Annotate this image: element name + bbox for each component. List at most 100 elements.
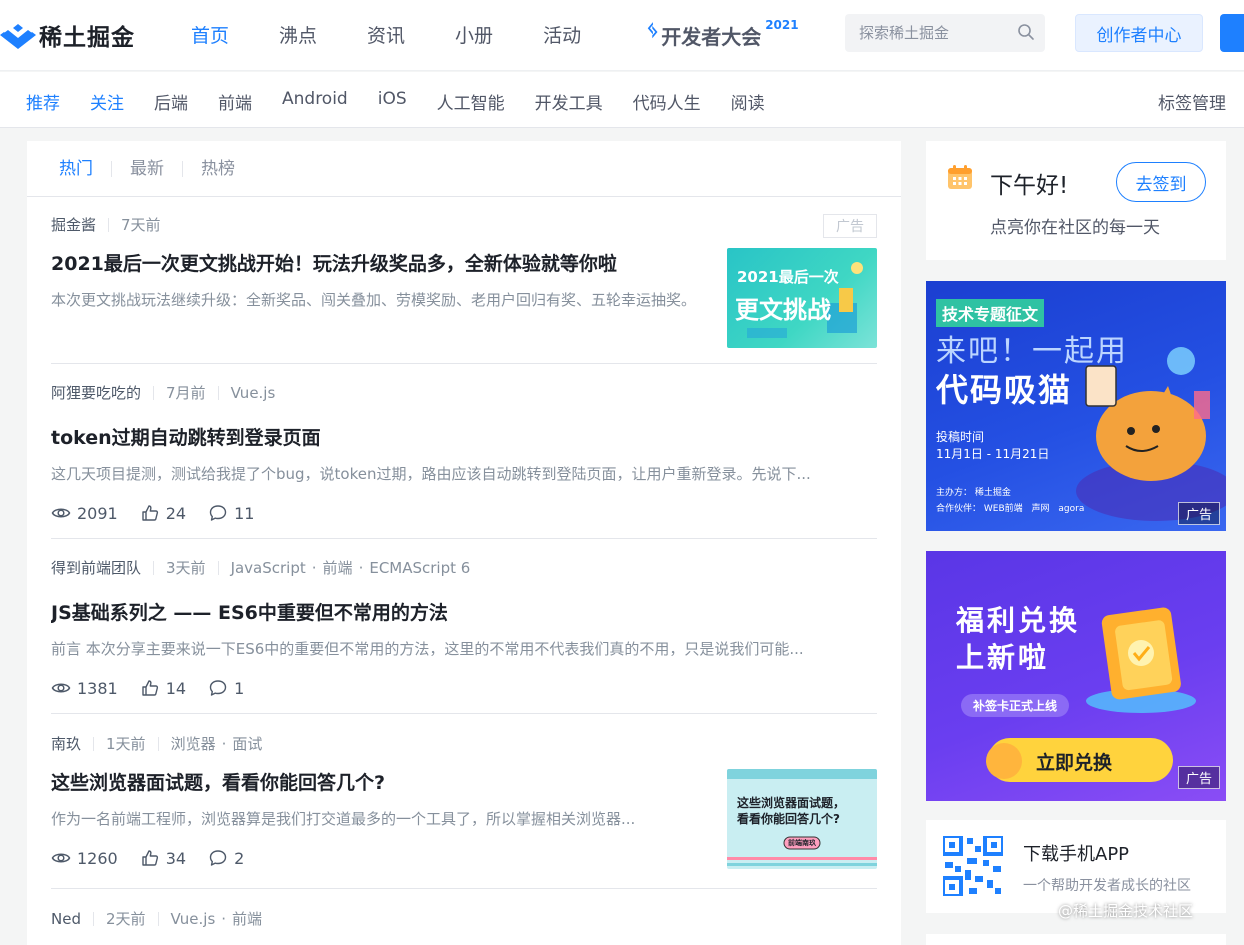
comment-count: 1 [234, 678, 245, 698]
thumbs-up-icon [142, 505, 158, 521]
author-name[interactable]: 得到前端团队 [51, 557, 141, 578]
main-nav: 首页 沸点 资讯 小册 活动 [191, 21, 631, 48]
author-name[interactable]: 南玖 [51, 733, 81, 754]
login-button[interactable] [1220, 14, 1244, 52]
tag-separator: · [311, 558, 317, 577]
article-tag[interactable]: 浏览器 [171, 733, 216, 754]
comment-button[interactable]: 2 [208, 848, 244, 868]
publish-time: 1天前 [106, 735, 146, 753]
category-ios[interactable]: iOS [378, 89, 407, 114]
tag-manage-link[interactable]: 标签管理 [1158, 89, 1226, 114]
article-tag[interactable]: ECMAScript 6 [369, 559, 470, 577]
article-item[interactable]: 掘金酱 7天前 广告 2021最后一次更文挑战开始！玩法升级奖品多，全新体验就等… [51, 214, 877, 364]
ad-badge: 广告 [1177, 766, 1220, 789]
nav-news[interactable]: 资讯 [367, 21, 405, 48]
divider [157, 911, 159, 926]
greeting-title: 下午好! [990, 173, 1069, 199]
nav-home[interactable]: 首页 [191, 21, 229, 48]
developer-conference-link[interactable]: ᛃ 开发者大会 2021 [646, 18, 799, 50]
article-item[interactable]: Ned 2天前 Vue.js · 前端 [51, 908, 877, 945]
category-recommend[interactable]: 推荐 [26, 89, 60, 114]
contest-host: 主办方： 稀土掘金 [936, 485, 1011, 498]
rewards-banner[interactable]: 福利兑换 上新啦 补签卡正式上线 立即兑换 广告 [926, 551, 1226, 801]
tab-hot[interactable]: 热门 [59, 160, 111, 177]
article-title[interactable]: 这些浏览器面试题，看看你能回答几个? [51, 768, 711, 795]
eye-icon [51, 853, 71, 863]
article-title[interactable]: 2021最后一次更文挑战开始！玩法升级奖品多，全新体验就等你啦 [51, 249, 711, 276]
rewards-line-1: 福利兑换 [956, 604, 1081, 637]
tab-latest[interactable]: 最新 [111, 160, 182, 177]
rewards-line-2: 上新啦 [956, 641, 1050, 674]
nav-events[interactable]: 活动 [543, 21, 581, 48]
category-following[interactable]: 关注 [90, 89, 124, 114]
tag-separator: · [221, 909, 227, 928]
tag-separator: · [358, 558, 364, 577]
search-box [845, 14, 1045, 52]
creator-center-button[interactable]: 创作者中心 [1075, 14, 1203, 52]
nav-pins[interactable]: 沸点 [279, 21, 317, 48]
divider [108, 217, 110, 232]
article-abstract[interactable]: 这几天项目提测，测试给我提了个bug，说token过期，路由应该自动跳转到登陆页… [51, 461, 877, 488]
comment-icon [209, 680, 227, 696]
app-subtitle: 一个帮助开发者成长的社区 [1023, 878, 1191, 894]
watermark: @稀土掘金技术社区 [1058, 902, 1194, 920]
like-button[interactable]: 24 [140, 503, 186, 523]
like-button[interactable]: 34 [140, 848, 186, 868]
category-android[interactable]: Android [282, 89, 348, 114]
category-reading[interactable]: 阅读 [731, 89, 765, 114]
publish-time: 7天前 [121, 216, 161, 234]
signin-button[interactable]: 去签到 [1116, 162, 1206, 202]
article-tag[interactable]: 前端 [232, 908, 262, 929]
comment-button[interactable]: 1 [208, 678, 244, 698]
like-count: 34 [165, 848, 187, 868]
divider [92, 911, 94, 926]
comment-icon [209, 850, 227, 866]
article-item[interactable]: 阿狸要吃吃的 7月前 Vue.js token过期自动跳转到登录页面 这几天项目… [51, 382, 877, 539]
publish-time: 2天前 [105, 910, 146, 928]
article-thumbnail[interactable]: 2021最后一次 更文挑战 [727, 248, 877, 348]
publish-time: 7月前 [166, 384, 206, 402]
partner-name: WEB前端 [983, 504, 1023, 514]
host-label: 主办方： [936, 488, 973, 498]
essay-contest-banner[interactable]: 技术专题征文 来吧！一起用 代码吸猫 投稿时间 11月1日 - 11月21日 主… [926, 281, 1226, 531]
article-meta: Ned 2天前 Vue.js · 前端 [51, 908, 877, 929]
like-button[interactable]: 14 [140, 678, 186, 698]
author-name[interactable]: Ned [51, 910, 81, 928]
author-name[interactable]: 阿狸要吃吃的 [51, 382, 141, 403]
article-tag[interactable]: JavaScript [231, 559, 306, 577]
comment-button[interactable]: 11 [208, 503, 254, 523]
article-tag[interactable]: Vue.js [171, 910, 216, 928]
category-ai[interactable]: 人工智能 [437, 89, 505, 114]
author-name[interactable]: 掘金酱 [51, 214, 96, 235]
article-title[interactable]: token过期自动跳转到登录页面 [51, 423, 877, 450]
thumbs-up-icon [142, 850, 158, 866]
divider [93, 736, 95, 751]
article-item[interactable]: 南玖 1天前 浏览器 · 面试 这些浏览器面试题，看看你能回答几个? 作为一名前… [51, 733, 877, 889]
nav-books[interactable]: 小册 [455, 21, 493, 48]
article-tag[interactable]: Vue.js [231, 384, 276, 402]
category-code-life[interactable]: 代码人生 [633, 89, 701, 114]
article-item[interactable]: 得到前端团队 3天前 JavaScript · 前端 · ECMAScript … [51, 557, 877, 714]
article-thumbnail[interactable]: 这些浏览器面试题， 看看你能回答几个? 前端南玖 [727, 769, 877, 869]
logo-text: 稀土掘金 [39, 25, 135, 51]
redeem-button[interactable]: 立即兑换 [1036, 748, 1112, 775]
article-abstract[interactable]: 本次更文挑战玩法继续升级：全新奖品、闯关叠加、劳模奖励、老用户回归有奖、五轮幸运… [51, 287, 701, 314]
category-backend[interactable]: 后端 [154, 89, 188, 114]
search-input[interactable] [845, 24, 1005, 42]
article-title[interactable]: JS基础系列之 —— ES6中重要但不常用的方法 [51, 598, 877, 625]
contest-period-label: 投稿时间 [936, 430, 985, 444]
logo[interactable]: 稀土掘金 [0, 18, 135, 52]
article-abstract[interactable]: 作为一名前端工程师，浏览器算是我们打交道最多的一个工具了，所以掌握相关浏览器..… [51, 806, 691, 833]
category-devtools[interactable]: 开发工具 [535, 89, 603, 114]
top-header: 稀土掘金 首页 沸点 资讯 小册 活动 ᛃ 开发者大会 2021 创作者中心 [0, 0, 1244, 71]
article-abstract[interactable]: 前言 本次分享主要来说一下ES6中的重要但不常用的方法，这里的不常用不代表我们真… [51, 636, 877, 663]
article-meta: 南玖 1天前 浏览器 · 面试 [51, 733, 877, 754]
thumb-text-1: 这些浏览器面试题， [737, 796, 846, 810]
category-frontend[interactable]: 前端 [218, 89, 252, 114]
conference-icon: ᛃ [646, 18, 660, 43]
eye-icon [51, 683, 71, 693]
search-icon[interactable] [1017, 23, 1035, 41]
article-tag[interactable]: 面试 [232, 733, 262, 754]
tab-ranking[interactable]: 热榜 [182, 160, 253, 177]
article-tag[interactable]: 前端 [323, 557, 353, 578]
